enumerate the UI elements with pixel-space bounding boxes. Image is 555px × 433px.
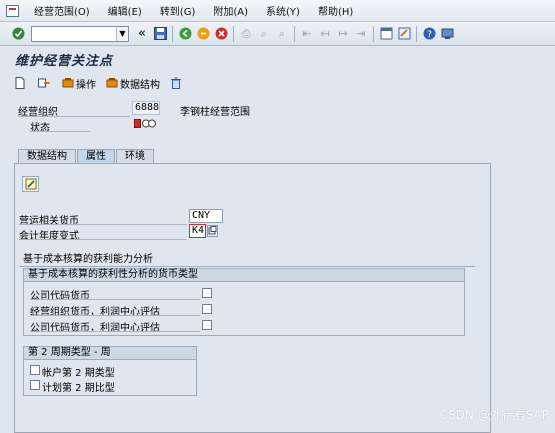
operation-button[interactable]: 操作 <box>62 76 96 91</box>
tab-data-structure[interactable]: 数据结构 <box>18 149 76 164</box>
back-history-icon[interactable]: « <box>134 26 150 42</box>
fiscal-underline <box>19 239 187 240</box>
previous-page-icon[interactable]: ↤ <box>317 26 333 42</box>
data-structure-icon <box>106 78 118 88</box>
fiscal-field[interactable]: K4 <box>189 224 206 238</box>
plan-period-label: 计划第 2 期比型 <box>42 383 115 394</box>
save-icon[interactable] <box>152 26 168 42</box>
menu-bar: 经营范围(O) 编辑(E) 转到(G) 附加(A) 系统(Y) 帮助(H) <box>0 0 555 22</box>
find-next-icon[interactable]: ⌕ <box>274 26 290 42</box>
toolbar-separator <box>416 25 417 42</box>
delete-button[interactable] <box>170 77 184 89</box>
display-change-icon <box>38 78 50 88</box>
edit-button[interactable] <box>22 176 39 192</box>
new-document-icon <box>15 77 25 89</box>
trash-icon <box>171 77 181 89</box>
org-value-field: 6888 <box>132 101 160 115</box>
window-menu-icon[interactable] <box>6 4 19 17</box>
currency-type-group: 基于成本核算的获利性分析的货币类型 公司代码货币 经营组织货币，利润中心评估 公… <box>23 268 465 336</box>
currency-underline <box>19 224 187 225</box>
profitability-section: 基于成本核算的获利能力分析 基于成本核算的获利性分析的货币类型 公司代码货币 经… <box>19 254 475 424</box>
toolbar-separator <box>172 25 173 42</box>
option-underline <box>30 315 200 316</box>
currency-field[interactable]: CNY <box>189 209 223 223</box>
menu-help[interactable]: 帮助(H) <box>309 3 362 18</box>
title-bar: 维护经营关注点 <box>0 47 555 71</box>
data-structure-label: 数据结构 <box>120 79 160 91</box>
pencil-icon <box>25 178 36 190</box>
first-page-icon[interactable]: ⇤ <box>299 26 315 42</box>
attributes-panel: 营运相关货币 CNY 会计年度变式 K4 基于成本核算的获利能力分析 基于成本核… <box>14 163 491 433</box>
status-label-underline <box>30 131 90 132</box>
plan-period-checkbox[interactable] <box>30 380 40 390</box>
page-title: 维护经营关注点 <box>15 53 114 69</box>
customize-layout-icon[interactable] <box>439 26 455 42</box>
period-type-title: 第 2 周期类型 - 周 <box>24 347 196 360</box>
data-structure-button[interactable]: 数据结构 <box>106 76 160 91</box>
watermark: CSDN @外行看SAP <box>439 408 549 422</box>
menu-extras[interactable]: 附加(A) <box>204 3 257 18</box>
account-period-label: 帐户第 2 期类型 <box>42 368 115 379</box>
back-icon[interactable] <box>177 26 193 42</box>
new-session-icon[interactable] <box>378 26 394 42</box>
exit-icon[interactable] <box>195 26 211 42</box>
cancel-icon[interactable] <box>213 26 229 42</box>
new-document-button[interactable] <box>14 77 28 89</box>
command-field[interactable]: ▼ <box>31 25 129 42</box>
tab-strip: 数据结构 属性 环境 <box>18 149 155 164</box>
option-underline <box>30 299 200 300</box>
display-change-button[interactable] <box>38 77 52 89</box>
last-page-icon[interactable]: ⇥ <box>353 26 369 42</box>
profitability-title: 基于成本核算的获利能力分析 <box>19 254 475 267</box>
svg-text:?: ? <box>427 30 432 40</box>
operation-label: 操作 <box>76 79 96 91</box>
toolbar-separator <box>373 25 374 42</box>
shortcut-icon[interactable] <box>396 26 412 42</box>
standard-toolbar: ▼ « ⎙ ⌕ ⌕ ⇤ ↤ ↦ ⇥ ? <box>0 22 555 46</box>
tab-attributes[interactable]: 属性 <box>77 149 115 164</box>
company-code-currency-checkbox[interactable] <box>202 288 212 298</box>
menu-edit[interactable]: 编辑(E) <box>99 3 151 18</box>
value-help-icon <box>208 226 217 235</box>
account-period-checkbox[interactable] <box>30 365 40 375</box>
toolbar-separator <box>294 25 295 42</box>
period-type-group: 第 2 周期类型 - 周 帐户第 2 期类型 计划第 2 期比型 <box>23 346 197 396</box>
company-code-pc-checkbox[interactable] <box>202 320 212 330</box>
help-icon[interactable]: ? <box>421 26 437 42</box>
tab-environment[interactable]: 环境 <box>116 149 154 164</box>
next-page-icon[interactable]: ↦ <box>335 26 351 42</box>
find-icon[interactable]: ⌕ <box>256 26 272 42</box>
org-currency-pc-checkbox[interactable] <box>202 304 212 314</box>
menu-system[interactable]: 系统(Y) <box>257 3 309 18</box>
command-dropdown-icon[interactable]: ▼ <box>116 26 128 41</box>
status-lights <box>134 119 156 128</box>
option-underline <box>30 331 200 332</box>
currency-type-title: 基于成本核算的获利性分析的货币类型 <box>24 269 464 282</box>
operation-icon <box>62 78 74 88</box>
menu-goto[interactable]: 转到(G) <box>151 3 205 18</box>
application-toolbar: 操作 数据结构 <box>0 72 555 94</box>
traffic-light-icon <box>134 119 156 128</box>
menu-scope[interactable]: 经营范围(O) <box>25 3 99 18</box>
print-icon[interactable]: ⎙ <box>238 26 254 42</box>
org-description: 李钢柱经营范围 <box>180 107 250 118</box>
toolbar-separator <box>233 25 234 42</box>
enter-check-icon[interactable] <box>10 26 26 42</box>
org-label-underline <box>18 116 130 117</box>
value-help-button[interactable] <box>207 225 218 237</box>
